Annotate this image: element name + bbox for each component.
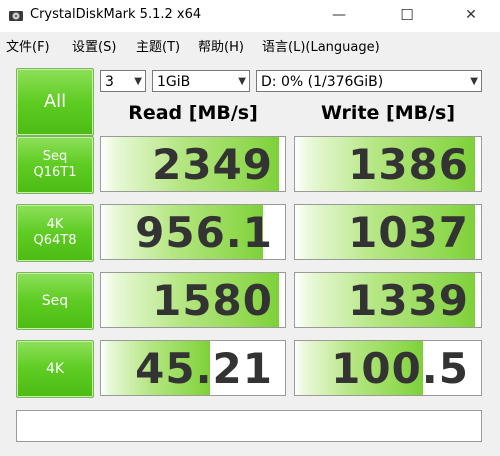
menu-help[interactable]: 帮助(H) xyxy=(198,36,244,55)
app-window: CrystalDiskMark 5.1.2 x64 — ☐ ✕ 文件(F) 设置… xyxy=(0,0,500,456)
row-label-line1: 4K xyxy=(46,217,64,232)
seq-q16t1-button[interactable]: Seq Q16T1 xyxy=(16,136,94,194)
read-value: 2349 xyxy=(152,140,273,189)
menu-file[interactable]: 文件(F) xyxy=(6,36,50,55)
drive-value: D: 0% (1/376GiB) xyxy=(261,74,384,90)
seq-button[interactable]: Seq xyxy=(16,272,94,330)
row-label-line1: Seq xyxy=(41,293,69,309)
read-result-cell: 45.21 xyxy=(100,340,286,396)
read-value: 45.21 xyxy=(135,344,273,393)
menu-theme[interactable]: 主题(T) xyxy=(136,36,180,55)
chevron-down-icon: ▼ xyxy=(238,76,246,87)
menu-language[interactable]: 语言(L)(Language) xyxy=(262,36,380,55)
menu-settings[interactable]: 设置(S) xyxy=(72,36,116,55)
test-count-value: 3 xyxy=(105,74,114,90)
read-result-cell: 956.1 xyxy=(100,204,286,260)
benchmark-panel: All 3 ▼ 1GiB ▼ D: 0% (1/376GiB) ▼ Read [… xyxy=(0,58,500,456)
read-value: 1580 xyxy=(152,276,273,325)
write-result-cell: 100.5 xyxy=(294,340,482,396)
write-result-cell: 1339 xyxy=(294,272,482,328)
write-value: 100.5 xyxy=(331,344,469,393)
read-header: Read [MB/s] xyxy=(128,102,258,124)
drive-select[interactable]: D: 0% (1/376GiB) ▼ xyxy=(256,70,482,92)
read-result-cell: 2349 xyxy=(100,136,286,192)
all-button[interactable]: All xyxy=(16,68,94,136)
test-size-value: 1GiB xyxy=(157,74,191,90)
minimize-icon[interactable]: — xyxy=(316,0,362,32)
chevron-down-icon: ▼ xyxy=(470,76,478,87)
window-title: CrystalDiskMark 5.1.2 x64 xyxy=(30,7,202,22)
test-size-select[interactable]: 1GiB ▼ xyxy=(152,70,250,92)
row-label-line2: Q64T8 xyxy=(33,233,77,248)
row-label-line2: Q16T1 xyxy=(33,165,77,180)
4k-button[interactable]: 4K xyxy=(16,340,94,398)
crystaldiskmark-app-icon xyxy=(9,11,23,21)
write-result-cell: 1037 xyxy=(294,204,482,260)
write-value: 1386 xyxy=(348,140,469,189)
row-label-line1: Seq xyxy=(42,149,68,164)
row-label-line1: 4K xyxy=(45,361,65,377)
comment-field[interactable] xyxy=(16,410,482,442)
read-value: 956.1 xyxy=(135,208,273,257)
read-result-cell: 1580 xyxy=(100,272,286,328)
4k-q64t8-button[interactable]: 4K Q64T8 xyxy=(16,204,94,262)
write-value: 1037 xyxy=(348,208,469,257)
write-value: 1339 xyxy=(348,276,469,325)
title-bar[interactable]: CrystalDiskMark 5.1.2 x64 — ☐ ✕ xyxy=(0,0,500,32)
write-header: Write [MB/s] xyxy=(320,102,456,124)
close-icon[interactable]: ✕ xyxy=(448,0,494,32)
menu-bar: 文件(F) 设置(S) 主题(T) 帮助(H) 语言(L)(Language) xyxy=(0,32,500,58)
chevron-down-icon: ▼ xyxy=(134,76,142,87)
test-count-select[interactable]: 3 ▼ xyxy=(100,70,146,92)
maximize-icon[interactable]: ☐ xyxy=(384,0,430,32)
write-result-cell: 1386 xyxy=(294,136,482,192)
